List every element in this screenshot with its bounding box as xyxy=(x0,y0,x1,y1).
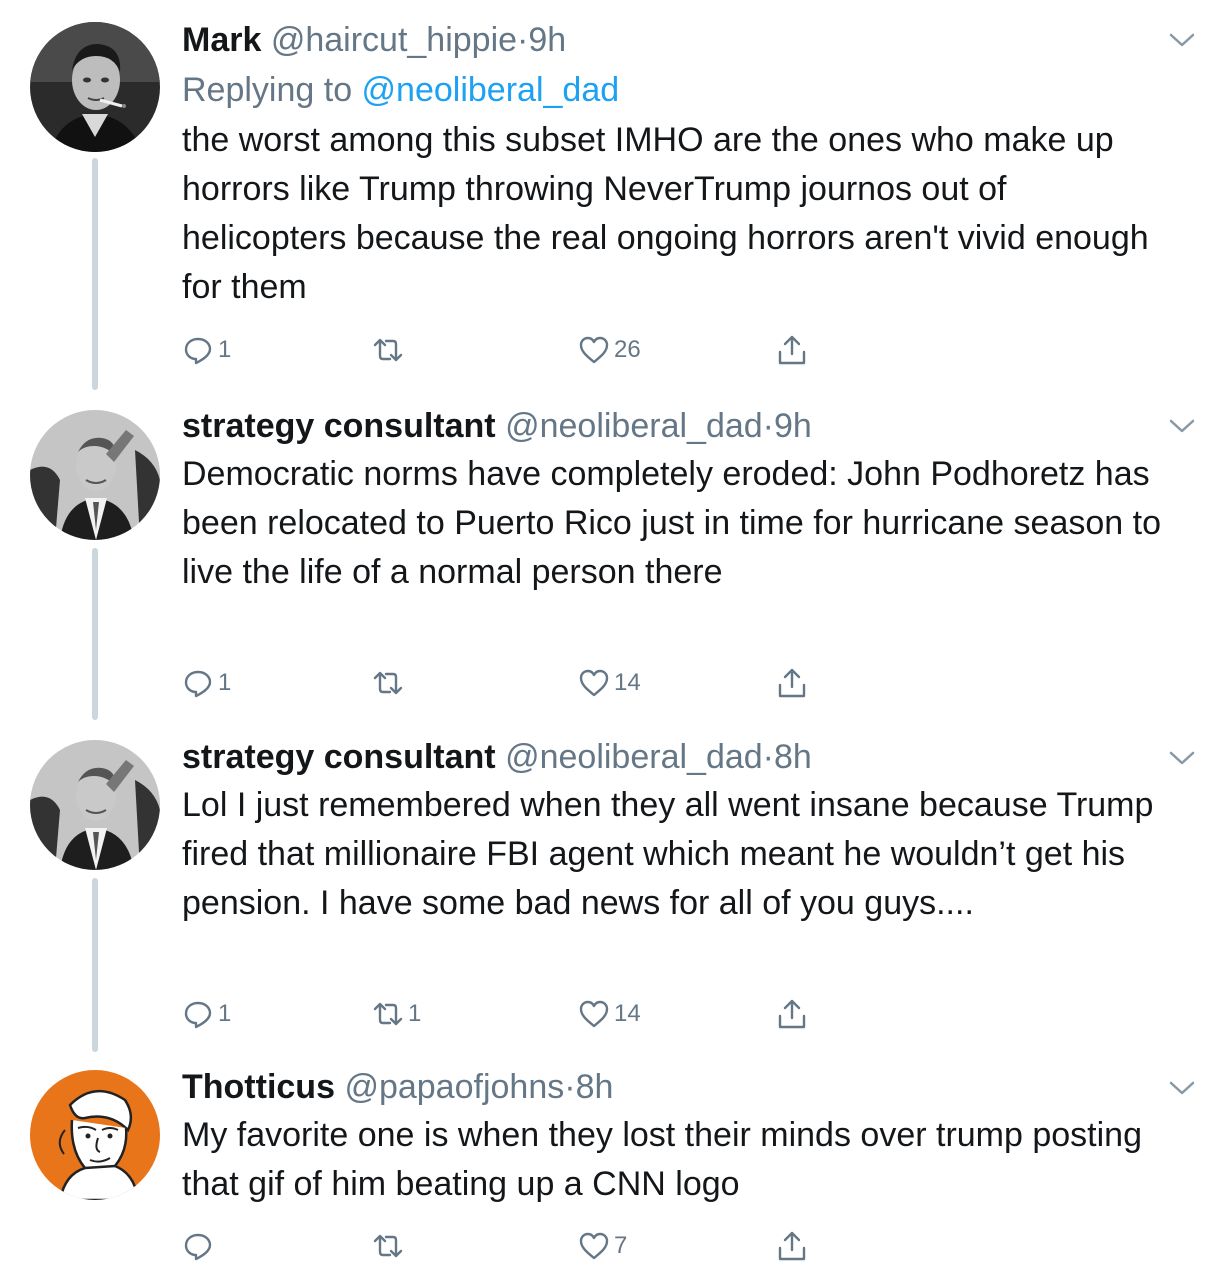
portrait-man-in-suit-icon xyxy=(30,410,160,540)
user-handle[interactable]: @neoliberal_dad xyxy=(505,738,763,776)
user-handle[interactable]: @neoliberal_dad xyxy=(505,407,763,445)
mention-link[interactable]: @neoliberal_dad xyxy=(362,71,620,109)
avatar[interactable] xyxy=(30,1070,160,1200)
share-button[interactable] xyxy=(776,994,808,1034)
display-name[interactable]: strategy consultant xyxy=(182,738,496,776)
heart-icon xyxy=(578,1230,610,1262)
display-name[interactable]: Thotticus xyxy=(182,1068,335,1106)
avatar[interactable] xyxy=(30,740,160,870)
more-options-button[interactable] xyxy=(1168,1078,1196,1098)
timestamp[interactable]: 9h xyxy=(774,407,812,445)
tweet-actions: 7 xyxy=(182,1226,842,1266)
tweet-text: Democratic norms have completely eroded:… xyxy=(182,455,1161,591)
portrait-smoking-man-icon xyxy=(30,22,160,152)
tweet-text: Lol I just remembered when they all went… xyxy=(182,786,1154,922)
like-count: 14 xyxy=(614,1000,641,1027)
share-button[interactable] xyxy=(776,330,808,370)
chevron-down-icon xyxy=(1169,1081,1195,1095)
chevron-down-icon xyxy=(1169,419,1195,433)
thread-line xyxy=(92,878,98,1052)
share-icon xyxy=(776,998,808,1030)
separator-dot: · xyxy=(517,21,529,59)
tweet-actions: 1 1 14 xyxy=(182,994,842,1034)
tweet-actions: 1 26 xyxy=(182,330,842,370)
like-count: 26 xyxy=(614,336,641,363)
retweet-icon xyxy=(372,1230,404,1262)
heart-icon xyxy=(578,667,610,699)
replying-to: Replying to @neoliberal_dad xyxy=(182,70,1172,110)
share-button[interactable] xyxy=(776,663,808,703)
like-count: 14 xyxy=(614,669,641,696)
avatar[interactable] xyxy=(30,410,160,540)
reply-button[interactable]: 1 xyxy=(182,994,231,1034)
timestamp[interactable]: 8h xyxy=(774,738,812,776)
separator-dot: · xyxy=(564,1068,576,1106)
display-name[interactable]: Mark xyxy=(182,21,261,59)
reply-icon xyxy=(182,1230,214,1262)
tweet-text: the worst among this subset IMHO are the… xyxy=(182,121,1149,306)
reply-count: 1 xyxy=(218,336,232,363)
reply-count: 1 xyxy=(218,1000,232,1027)
avatar[interactable] xyxy=(30,22,160,152)
thread-line xyxy=(92,158,98,390)
share-icon xyxy=(776,334,808,366)
reply-icon xyxy=(182,998,214,1030)
tweet-text: My favorite one is when they lost their … xyxy=(182,1116,1142,1203)
more-options-button[interactable] xyxy=(1168,30,1196,50)
retweet-icon xyxy=(372,667,404,699)
reply-count: 1 xyxy=(218,669,232,696)
chevron-down-icon xyxy=(1169,33,1195,47)
display-name[interactable]: strategy consultant xyxy=(182,407,496,445)
reply-icon xyxy=(182,667,214,699)
replying-to-label: Replying to xyxy=(182,71,362,109)
chevron-down-icon xyxy=(1169,751,1195,765)
retweet-icon xyxy=(372,334,404,366)
like-count: 7 xyxy=(614,1232,628,1259)
retweet-button[interactable]: 1 xyxy=(372,994,421,1034)
retweet-button[interactable] xyxy=(372,330,408,370)
retweet-icon xyxy=(372,998,404,1030)
like-button[interactable]: 26 xyxy=(578,330,641,370)
heart-icon xyxy=(578,998,610,1030)
tweet-header: Mark @haircut_hippie·9h xyxy=(182,20,1172,60)
user-handle[interactable]: @haircut_hippie xyxy=(271,21,517,59)
thread-line xyxy=(92,548,98,720)
tweet-header: strategy consultant @neoliberal_dad·8h xyxy=(182,737,1172,777)
reply-button[interactable] xyxy=(182,1226,218,1266)
like-button[interactable]: 7 xyxy=(578,1226,627,1266)
like-button[interactable]: 14 xyxy=(578,994,641,1034)
tweet-actions: 1 14 xyxy=(182,663,842,703)
retweet-button[interactable] xyxy=(372,663,408,703)
tweet-header: strategy consultant @neoliberal_dad·9h xyxy=(182,406,1172,446)
tweet-header: Thotticus @papaofjohns·8h xyxy=(182,1067,1172,1107)
like-button[interactable]: 14 xyxy=(578,663,641,703)
reply-button[interactable]: 1 xyxy=(182,330,231,370)
heart-icon xyxy=(578,334,610,366)
separator-dot: · xyxy=(762,738,774,776)
retweet-button[interactable] xyxy=(372,1226,408,1266)
sketch-woman-orange-icon xyxy=(30,1070,160,1200)
reply-button[interactable]: 1 xyxy=(182,663,231,703)
user-handle[interactable]: @papaofjohns xyxy=(344,1068,564,1106)
reply-icon xyxy=(182,334,214,366)
retweet-count: 1 xyxy=(408,1000,422,1027)
timestamp[interactable]: 9h xyxy=(528,21,566,59)
share-icon xyxy=(776,1230,808,1262)
portrait-man-in-suit-icon xyxy=(30,740,160,870)
timestamp[interactable]: 8h xyxy=(576,1068,614,1106)
share-icon xyxy=(776,667,808,699)
more-options-button[interactable] xyxy=(1168,748,1196,768)
share-button[interactable] xyxy=(776,1226,808,1266)
separator-dot: · xyxy=(762,407,774,445)
more-options-button[interactable] xyxy=(1168,416,1196,436)
